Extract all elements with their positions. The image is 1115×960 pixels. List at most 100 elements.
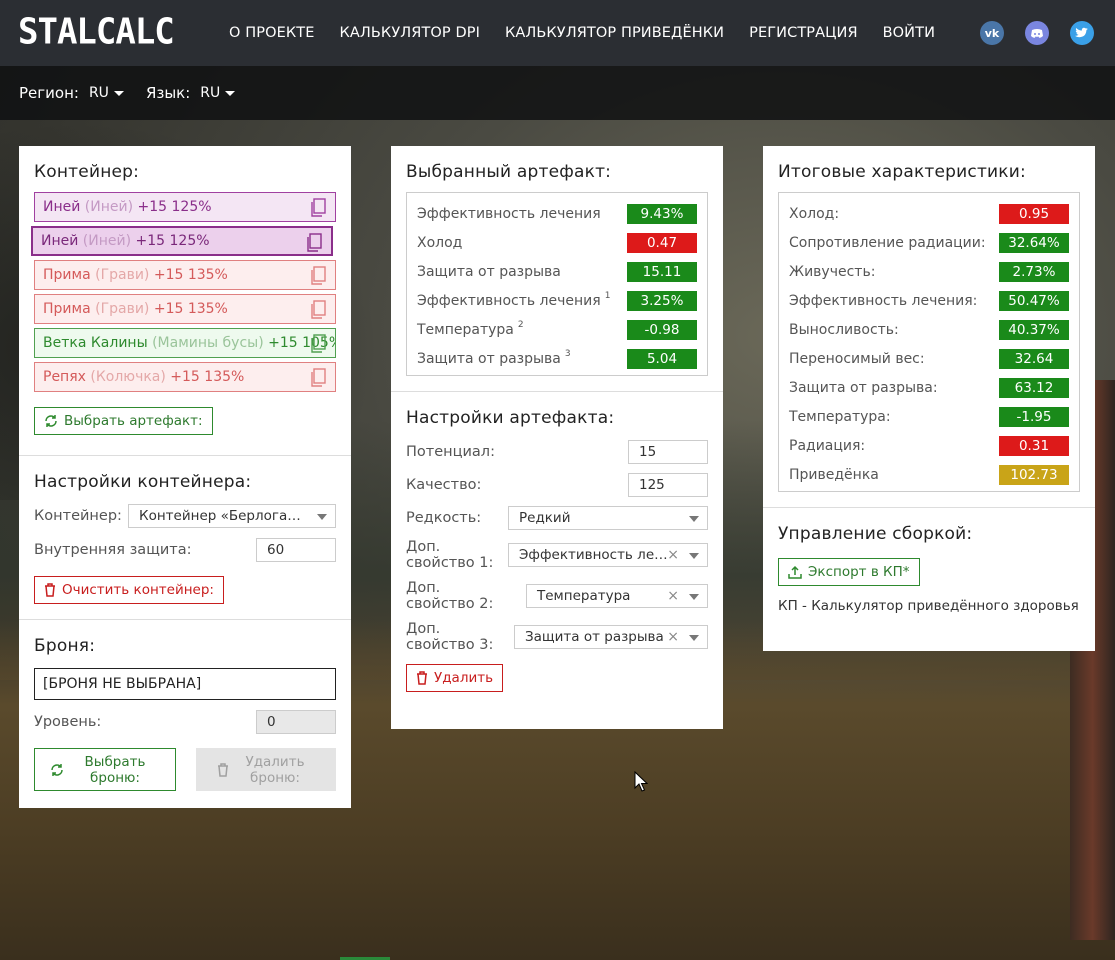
- refresh-icon: [51, 763, 63, 776]
- quality-label: Качество:: [406, 477, 482, 493]
- copy-icon[interactable]: [305, 233, 323, 253]
- potential-label: Потенциал:: [406, 444, 495, 460]
- extra3-row: Доп. свойство 3: Защита от разрыва ×: [406, 621, 708, 653]
- artifact-slot[interactable]: Иней (Иней) +15 125%: [34, 192, 336, 222]
- vk-icon[interactable]: vk: [980, 21, 1004, 45]
- selected-artifact-title: Выбранный артефакт:: [406, 162, 612, 182]
- total-row: Холод: 0.95: [789, 199, 1069, 228]
- total-row: Защита от разрыва: 63.12: [789, 373, 1069, 402]
- extra2-select[interactable]: Температура ×: [526, 584, 708, 608]
- armor-field[interactable]: [БРОНЯ НЕ ВЫБРАНА]: [34, 668, 336, 700]
- stat-row: Эффективность лечения 1 3.25%: [417, 286, 697, 315]
- copy-icon[interactable]: [309, 198, 327, 218]
- artifact-slot[interactable]: Репях (Колючка) +15 135%: [34, 362, 336, 392]
- clear-icon[interactable]: ×: [667, 588, 679, 604]
- nav-login[interactable]: ВОЙТИ: [883, 25, 935, 41]
- total-row: Радиация: 0.31: [789, 431, 1069, 460]
- region-label: Регион:: [19, 84, 79, 102]
- copy-icon[interactable]: [309, 300, 327, 320]
- settings-bar: Регион: RU Язык: RU: [0, 66, 1115, 172]
- nav-register[interactable]: РЕГИСТРАЦИЯ: [749, 25, 858, 41]
- nav-dpi-calculator[interactable]: КАЛЬКУЛЯТОР DPI: [339, 25, 479, 41]
- extra3-label: Доп. свойство 3:: [406, 621, 494, 653]
- choose-artifact-button[interactable]: Выбрать артефакт:: [34, 407, 213, 435]
- copy-icon[interactable]: [309, 334, 327, 354]
- extra2-label: Доп. свойство 2:: [406, 580, 494, 612]
- container-title: Контейнер:: [34, 162, 140, 182]
- level-row: Уровень: 0: [34, 710, 336, 734]
- artifact-slot[interactable]: Прима (Грави) +15 135%: [34, 294, 336, 324]
- total-row: Сопротивление радиации: 32.64%: [789, 228, 1069, 257]
- stat-row: Эффективность лечения 9.43%: [417, 199, 697, 228]
- stat-row: Защита от разрыва 3 5.04: [417, 344, 697, 373]
- extra1-row: Доп. свойство 1: Эффективность ле… ×: [406, 539, 708, 571]
- total-row: Эффективность лечения: 50.47%: [789, 286, 1069, 315]
- total-row: Приведёнка 102.73: [789, 460, 1069, 489]
- rarity-select[interactable]: Редкий: [508, 506, 708, 530]
- region-dropdown[interactable]: RU: [89, 85, 124, 101]
- chevron-down-icon: [689, 516, 699, 522]
- clear-icon[interactable]: ×: [667, 547, 679, 563]
- stat-row: Холод 0.47: [417, 228, 697, 257]
- discord-icon[interactable]: [1025, 21, 1049, 45]
- delete-artifact-button[interactable]: Удалить: [406, 664, 504, 692]
- chevron-down-icon: [689, 635, 699, 641]
- upload-icon: [788, 565, 802, 579]
- container-section: Контейнер: Иней (Иней) +15 125% Иней (Ин…: [19, 146, 351, 456]
- protection-input[interactable]: 60: [256, 538, 336, 562]
- nav-effective-hp-calculator[interactable]: КАЛЬКУЛЯТОР ПРИВЕДЁНКИ: [505, 25, 724, 41]
- armor-section: Броня: [БРОНЯ НЕ ВЫБРАНА] Уровень: 0 Выб…: [19, 620, 351, 806]
- stat-row: Температура 2 -0.98: [417, 315, 697, 344]
- container-settings-section: Настройки контейнера: Контейнер: Контейн…: [19, 456, 351, 620]
- chevron-down-icon: [689, 553, 699, 559]
- extra2-row: Доп. свойство 2: Температура ×: [406, 580, 708, 612]
- clear-icon[interactable]: ×: [667, 629, 679, 645]
- export-button[interactable]: Экспорт в КП*: [778, 558, 920, 586]
- quality-row: Качество: 125: [406, 473, 708, 497]
- trash-icon: [45, 583, 55, 597]
- extra3-select[interactable]: Защита от разрыва ×: [514, 625, 708, 649]
- chevron-down-icon: [113, 90, 124, 96]
- mouse-cursor-icon: [634, 771, 648, 792]
- site-logo[interactable]: STALCALC: [18, 11, 175, 53]
- artifact-settings-section: Настройки артефакта: Потенциал: 15 Качес…: [391, 392, 723, 707]
- total-row: Живучесть: 2.73%: [789, 257, 1069, 286]
- selected-artifact-section: Выбранный артефакт: Эффективность лечени…: [391, 146, 723, 392]
- artifact-slot-selected[interactable]: Иней (Иней) +15 125%: [31, 226, 333, 256]
- artifact-slot[interactable]: Прима (Грави) +15 135%: [34, 260, 336, 290]
- total-row: Температура: -1.95: [789, 402, 1069, 431]
- middle-panel: Выбранный артефакт: Эффективность лечени…: [391, 146, 723, 729]
- rarity-label: Редкость:: [406, 510, 482, 526]
- right-panel: Итоговые характеристики: Холод: 0.95 Сопр…: [763, 146, 1095, 651]
- totals-title: Итоговые характеристики:: [778, 162, 1026, 182]
- refresh-icon: [45, 415, 57, 427]
- potential-input[interactable]: 15: [628, 440, 708, 464]
- level-input: 0: [256, 710, 336, 734]
- protection-label: Внутренняя защита:: [34, 542, 192, 558]
- container-row: Контейнер: Контейнер «Берлога…: [34, 504, 336, 528]
- total-row: Выносливость: 40.37%: [789, 315, 1069, 344]
- quality-input[interactable]: 125: [628, 473, 708, 497]
- armor-title: Броня:: [34, 636, 96, 656]
- remove-armor-button: Удалить броню:: [196, 748, 336, 791]
- total-row: Переносимый вес: 32.64: [789, 344, 1069, 373]
- trash-icon: [417, 671, 427, 685]
- copy-icon[interactable]: [309, 368, 327, 388]
- extra1-select[interactable]: Эффективность ле… ×: [508, 543, 708, 567]
- language-dropdown[interactable]: RU: [200, 85, 236, 101]
- artifact-slot[interactable]: Ветка Калины (Мамины бусы) +15 105%: [34, 328, 336, 358]
- top-navbar: STALCALC О ПРОЕКТЕ КАЛЬКУЛЯТОР DPI КАЛЬК…: [0, 0, 1115, 66]
- build-title: Управление сборкой:: [778, 524, 973, 544]
- level-label: Уровень:: [34, 714, 102, 730]
- twitter-icon[interactable]: [1070, 21, 1094, 45]
- nav-about[interactable]: О ПРОЕКТЕ: [229, 25, 314, 41]
- rarity-row: Редкость: Редкий: [406, 506, 708, 530]
- protection-row: Внутренняя защита: 60: [34, 538, 336, 562]
- artifact-settings-title: Настройки артефакта:: [406, 408, 615, 428]
- clear-container-button[interactable]: Очистить контейнер:: [34, 576, 224, 604]
- selected-artifact-stats: Эффективность лечения 9.43% Холод 0.47 Защ…: [406, 192, 708, 376]
- totals-section: Итоговые характеристики: Холод: 0.95 Сопр…: [763, 146, 1095, 508]
- container-select[interactable]: Контейнер «Берлога…: [128, 504, 336, 528]
- copy-icon[interactable]: [309, 266, 327, 286]
- choose-armor-button[interactable]: Выбрать броню:: [34, 748, 176, 791]
